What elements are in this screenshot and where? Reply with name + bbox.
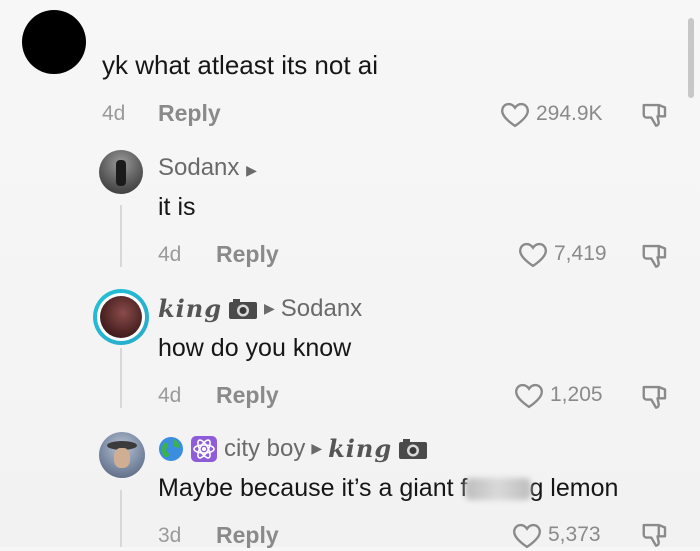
reply-time: 3d [158, 524, 182, 547]
camera-emoji-icon [399, 438, 428, 459]
reply-time: 4d [158, 243, 182, 266]
reply-button[interactable]: Reply [216, 382, 279, 409]
author-name[interactable]: Sodanx [158, 154, 239, 181]
avatar [97, 293, 145, 341]
avatar[interactable] [22, 10, 86, 74]
play-triangle-icon: ▶ [246, 162, 257, 178]
play-triangle-icon: ▶ [263, 300, 275, 316]
author-name[interactable]: city boy [224, 435, 305, 463]
reply-text-start: Maybe because it’s a giant f [158, 474, 468, 502]
reply-text: it is [158, 193, 196, 221]
avatar[interactable] [99, 432, 145, 478]
reply-to-name[interactable]: king [328, 434, 392, 463]
thread-line [120, 490, 122, 547]
like-button[interactable]: 294.9K [500, 98, 603, 130]
reply-button[interactable]: Reply [158, 100, 221, 127]
heart-outline-icon [515, 383, 543, 409]
thumbs-down-outline-icon[interactable] [640, 241, 670, 271]
camera-emoji-icon [228, 298, 257, 319]
play-triangle-icon: ▶ [311, 440, 323, 456]
thumbs-down-outline-icon[interactable] [640, 520, 670, 550]
globe-emoji-icon [159, 436, 183, 461]
thumbs-down-outline-icon[interactable] [640, 382, 670, 412]
censor-blur [465, 478, 532, 501]
reply-text: how do you know [158, 334, 352, 362]
like-count: 5,373 [548, 523, 601, 546]
like-button[interactable]: 1,205 [514, 379, 603, 411]
reply-author[interactable]: Sodanx ▶ [158, 154, 257, 182]
comment-time: 4d [102, 102, 126, 125]
reply-author[interactable]: king ▶ Sodanx [158, 294, 362, 323]
avatar-figure [116, 160, 126, 186]
reply-time: 4d [158, 384, 182, 407]
heart-outline-icon [513, 523, 541, 549]
heart-outline-icon [501, 102, 529, 128]
scrollbar[interactable] [688, 18, 694, 98]
reply-text: Maybe because it’s a giant f g lemon [158, 474, 618, 503]
like-button[interactable]: 7,419 [518, 238, 607, 270]
reply-to-name[interactable]: Sodanx [281, 295, 362, 323]
atom-emoji-icon [191, 435, 217, 462]
reply-button[interactable]: Reply [216, 241, 279, 268]
reply-button[interactable]: Reply [216, 522, 279, 549]
like-count: 7,419 [554, 242, 607, 265]
avatar[interactable] [99, 150, 143, 194]
reply-text-end: g lemon [529, 474, 619, 502]
avatar-story-ring[interactable] [93, 289, 149, 345]
thread-line [120, 205, 122, 267]
like-count: 294.9K [536, 102, 603, 125]
like-button[interactable]: 5,373 [512, 519, 601, 551]
reply-author[interactable]: city boy ▶ king [158, 434, 428, 463]
thread-line [120, 348, 122, 408]
like-count: 1,205 [550, 383, 603, 406]
heart-outline-icon [519, 242, 547, 268]
comment-text: yk what atleast its not ai [102, 50, 379, 80]
avatar-face [114, 448, 130, 468]
author-name[interactable]: king [158, 294, 222, 323]
thumbs-down-outline-icon[interactable] [640, 100, 670, 130]
